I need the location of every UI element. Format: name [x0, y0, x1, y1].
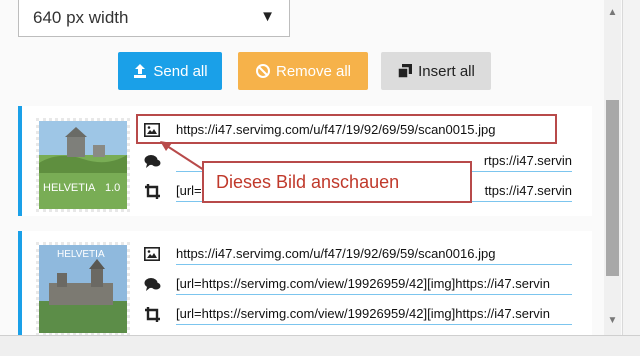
stamp-caption: HELVETIA	[43, 182, 96, 194]
stamp-thumbnail[interactable]: HELVETIA 1.0	[36, 118, 130, 212]
bbcode-img-tail: ttps://i47.servin	[484, 183, 572, 198]
copy-icon	[397, 63, 413, 79]
crop-icon[interactable]	[143, 305, 161, 323]
dropdown-arrow-icon: ▼	[260, 8, 275, 25]
stamp-value: 1.0	[105, 182, 120, 194]
send-all-label: Send all	[153, 62, 208, 80]
scrollbar-thumb[interactable]	[606, 100, 619, 276]
insert-all-label: Insert all	[418, 62, 475, 80]
insert-all-button[interactable]: Insert all	[381, 52, 491, 90]
upload-panel: 640 px width ▼ Send all Remove all Inser…	[0, 0, 623, 335]
stamp-caption: HELVETIA	[57, 249, 105, 260]
comments-icon[interactable]	[143, 152, 161, 170]
image-card: HELVETIA https://i47.servimg.com/u/f47/1…	[18, 231, 592, 335]
ban-icon	[255, 63, 271, 79]
stamp-thumbnail[interactable]: HELVETIA	[36, 242, 130, 335]
bbcode-link-field[interactable]: [url=https://servimg.com/view/19926959/4…	[176, 274, 572, 295]
send-all-button[interactable]: Send all	[118, 52, 222, 90]
scroll-up-icon[interactable]: ▲	[604, 4, 621, 21]
comments-icon[interactable]	[143, 275, 161, 293]
image-icon[interactable]	[143, 245, 161, 263]
remove-all-button[interactable]: Remove all	[238, 52, 368, 90]
crop-icon[interactable]	[143, 182, 161, 200]
callout-text: Dieses Bild anschauen	[216, 171, 400, 192]
image-url-field[interactable]: https://i47.servimg.com/u/f47/19/92/69/5…	[176, 244, 572, 265]
width-select[interactable]: 640 px width ▼	[18, 0, 290, 37]
width-select-value: 640 px width	[33, 8, 129, 27]
upload-icon	[132, 63, 148, 79]
annotation-highlight	[136, 114, 557, 144]
annotation-callout: Dieses Bild anschauen	[202, 161, 472, 203]
scroll-down-icon[interactable]: ▼	[604, 312, 621, 329]
remove-all-label: Remove all	[275, 62, 352, 80]
vertical-scrollbar[interactable]: ▲ ▼	[604, 0, 621, 335]
bottom-strip	[0, 335, 640, 356]
bbcode-img-field[interactable]: [url=https://servimg.com/view/19926959/4…	[176, 304, 572, 325]
